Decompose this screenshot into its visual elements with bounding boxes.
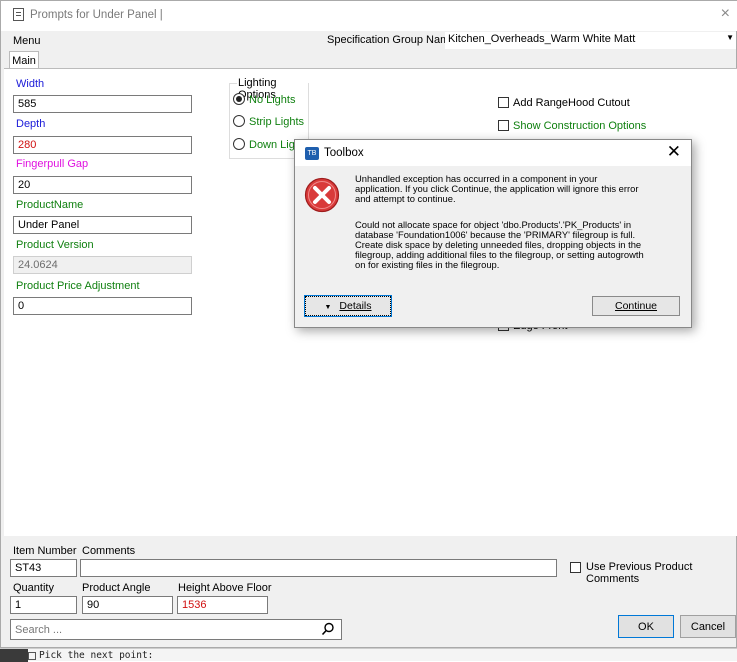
search-input[interactable]: Search ... <box>10 619 342 640</box>
item-number-input[interactable]: ST43 <box>10 559 77 577</box>
details-label: Details <box>339 300 372 312</box>
error-icon <box>304 177 340 213</box>
depth-label: Depth <box>16 118 46 130</box>
spec-group-value: Kitchen_Overheads_Warm White Matt <box>448 33 636 45</box>
version-input: 24.0624 <box>13 256 192 274</box>
cancel-button[interactable]: Cancel <box>680 615 736 638</box>
details-button[interactable]: ▼ Details <box>304 295 392 317</box>
fingerpull-label: Fingerpull Gap <box>16 158 89 170</box>
menu-button[interactable]: Menu <box>13 35 41 47</box>
rangehood-label: Add RangeHood Cutout <box>513 97 630 109</box>
error-message-2: Could not allocate space for object 'dbo… <box>355 219 644 270</box>
dialog-close-icon[interactable]: ✕ <box>667 143 681 160</box>
use-previous-comments-checkbox[interactable] <box>570 562 581 573</box>
price-input[interactable]: 0 <box>13 297 192 315</box>
comments-label: Comments <box>82 545 136 557</box>
menu-row: Menu Specification Group Name Kitchen_Ov… <box>1 31 737 51</box>
ok-button[interactable]: OK <box>618 615 674 638</box>
price-label: Product Price Adjustment <box>16 280 140 292</box>
quantity-label: Quantity <box>13 582 54 594</box>
rangehood-checkbox[interactable] <box>498 97 509 108</box>
construction-label: Show Construction Options <box>513 120 647 132</box>
version-label: Product Version <box>16 239 94 251</box>
command-line-icon <box>28 652 36 660</box>
strip-lights-label: Strip Lights <box>249 116 305 128</box>
command-line-dark-block <box>0 649 28 662</box>
productname-input[interactable]: Under Panel <box>13 216 192 234</box>
continue-button[interactable]: Continue <box>592 296 680 316</box>
use-previous-comments-label: Use Previous Product Comments <box>586 561 693 585</box>
no-lights-label: No Lights <box>249 94 296 106</box>
continue-label: Continue <box>614 300 658 312</box>
comments-input[interactable] <box>80 559 557 577</box>
dialog-title-bar: TB Toolbox ✕ <box>295 140 691 166</box>
toolbox-error-dialog: TB Toolbox ✕ Unhandled exception has occ… <box>294 139 692 328</box>
command-prompt-text: Pick the next point: <box>39 650 154 661</box>
details-arrow-icon: ▼ <box>324 304 332 311</box>
dialog-title: Toolbox <box>324 147 364 159</box>
width-input[interactable]: 585 <box>13 95 192 113</box>
tab-main[interactable]: Main <box>9 51 39 69</box>
spec-group-label: Specification Group Name <box>327 34 456 46</box>
command-line: Pick the next point: <box>0 648 737 662</box>
window-close-icon[interactable]: × <box>721 6 730 22</box>
search-icon[interactable] <box>321 622 335 636</box>
title-bar: Prompts for Under Panel | × <box>1 1 737 31</box>
chevron-down-icon[interactable]: ▼ <box>726 33 734 42</box>
radio-no-lights[interactable] <box>233 93 245 105</box>
construction-checkbox[interactable] <box>498 120 509 131</box>
fingerpull-input[interactable]: 20 <box>13 176 192 194</box>
toolbox-icon: TB <box>305 147 319 160</box>
productname-label: ProductName <box>16 199 84 211</box>
width-label: Width <box>16 78 45 90</box>
item-number-label: Item Number <box>13 545 77 557</box>
window-icon <box>13 8 24 21</box>
spec-group-select[interactable]: Kitchen_Overheads_Warm White Matt ▼ <box>445 32 736 49</box>
window-title: Prompts for Under Panel | <box>30 9 163 21</box>
depth-input[interactable]: 280 <box>13 136 192 154</box>
angle-input[interactable]: 90 <box>82 596 173 614</box>
height-input[interactable]: 1536 <box>177 596 268 614</box>
angle-label: Product Angle <box>82 582 151 594</box>
radio-strip-lights[interactable] <box>233 115 245 127</box>
error-message-1: Unhandled exception has occurred in a co… <box>355 173 639 204</box>
radio-down-lights[interactable] <box>233 138 245 150</box>
height-label: Height Above Floor <box>178 582 272 594</box>
quantity-input[interactable]: 1 <box>10 596 77 614</box>
